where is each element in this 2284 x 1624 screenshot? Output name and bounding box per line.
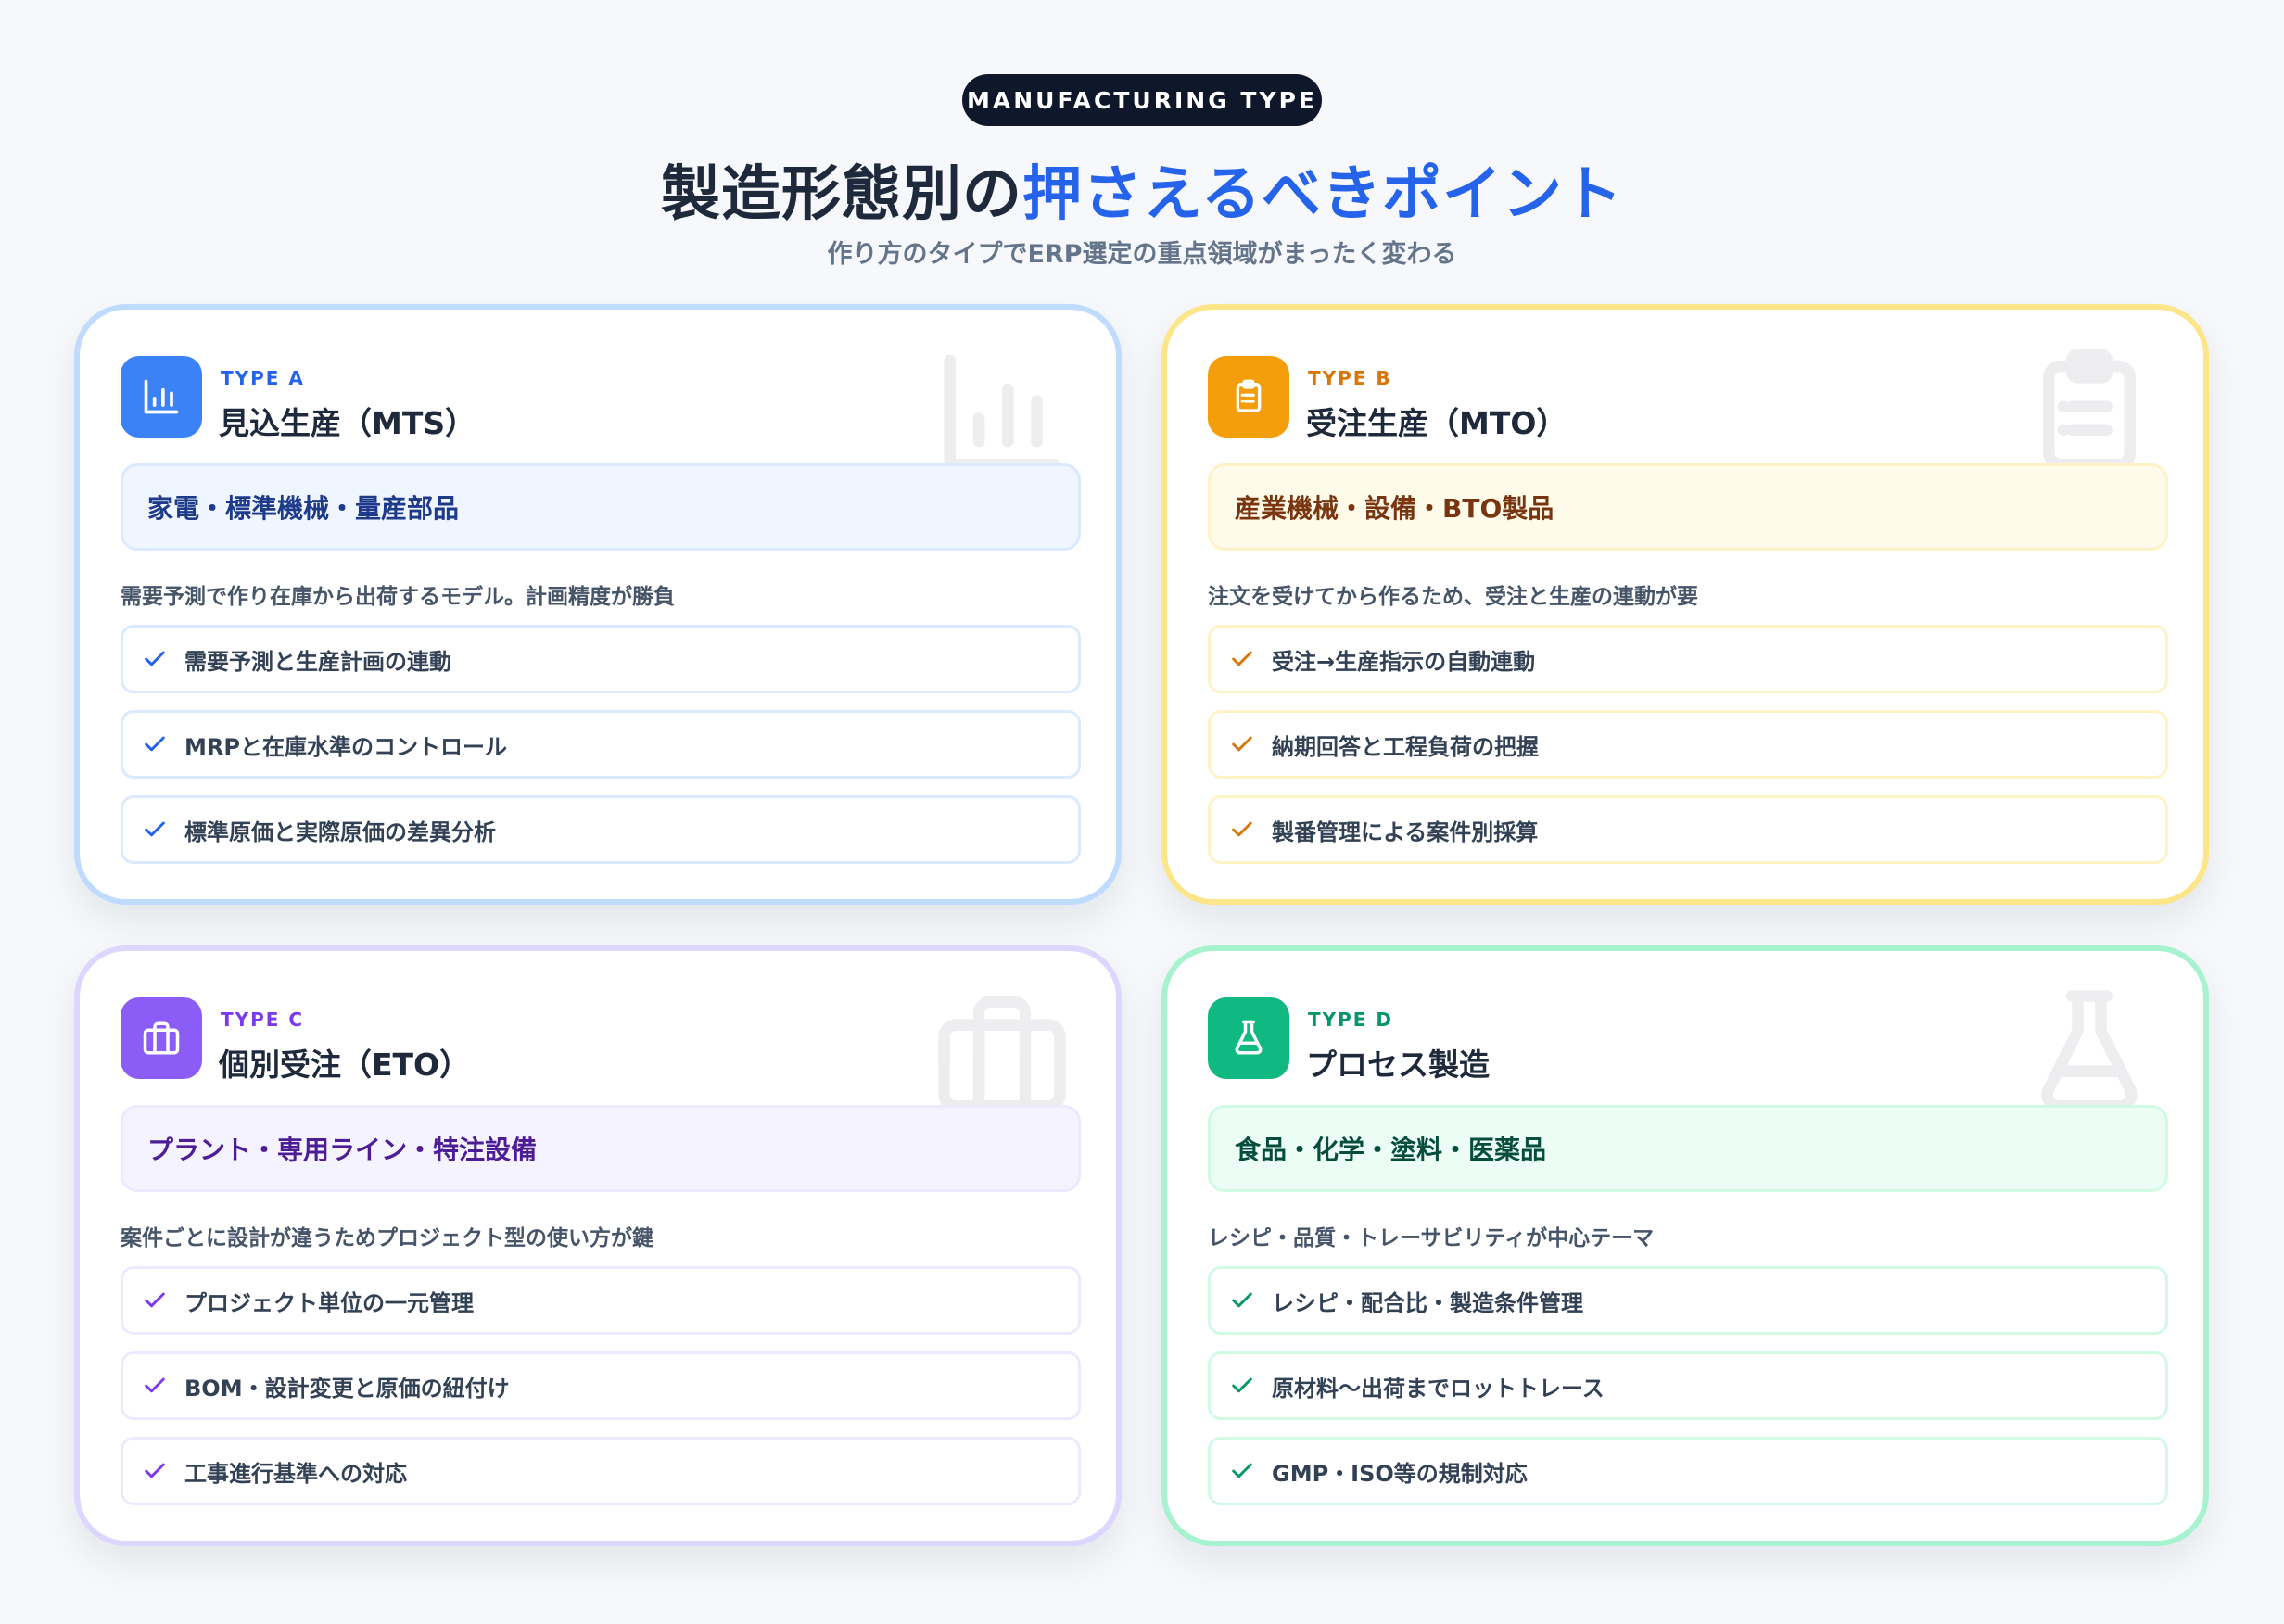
point-item: 需要予測と生産計画の連動 xyxy=(121,625,1081,693)
point-item: BOM・設計変更と原価の紐付け xyxy=(121,1351,1081,1420)
title-accent: 押さえるべきポイント xyxy=(1021,160,1624,229)
point-text: 納期回答と工程負荷の把握 xyxy=(1272,733,1539,760)
flask-bg-icon xyxy=(2041,990,2138,1112)
point-text: 工事進行基準への対応 xyxy=(184,1460,407,1487)
point-item: 製番管理による案件別採算 xyxy=(1208,795,2168,864)
check-icon xyxy=(1232,651,1252,666)
page-subtitle: 作り方のタイプでERP選定の重点領域がまったく変わる xyxy=(827,240,1457,269)
card-type-d: TYPE D プロセス製造 食品・化学・塗料・医薬品 レシピ・品質・トレーサビリ… xyxy=(1161,945,2209,1546)
card-type-b: TYPE B 受注生産（MTO） 産業機械・設備・BTO製品 注文を受けてから作… xyxy=(1161,304,2209,905)
point-text: 需要予測と生産計画の連動 xyxy=(184,648,451,675)
card-description: 案件ごとに設計が違うためプロジェクト型の使い方が鍵 xyxy=(121,1226,653,1250)
point-item: レシピ・配合比・製造条件管理 xyxy=(1208,1266,2168,1335)
check-icon xyxy=(145,821,165,837)
card-description: 注文を受けてから作るため、受注と生産の連動が要 xyxy=(1208,585,1698,609)
page-title: 製造形態別の押さえるべきポイント xyxy=(0,146,2284,232)
type-label: TYPE B xyxy=(1308,367,1392,389)
check-icon xyxy=(1232,1463,1252,1478)
card-type-c: TYPE C 個別受注（ETO） プラント・専用ライン・特注設備 案件ごとに設計… xyxy=(74,945,1122,1546)
check-icon xyxy=(1232,1377,1252,1393)
point-item: 受注→生産指示の自動連動 xyxy=(1208,625,2168,693)
industry-banner: 産業機械・設備・BTO製品 xyxy=(1208,463,2168,551)
industry-banner: 家電・標準機械・量産部品 xyxy=(121,463,1081,551)
type-label: TYPE C xyxy=(221,1009,305,1031)
industry-banner: 食品・化学・塗料・医薬品 xyxy=(1208,1105,2168,1192)
title-main: 製造形態別の xyxy=(660,160,1022,229)
check-icon xyxy=(145,1292,165,1308)
point-text: MRPと在庫水準のコントロール xyxy=(184,733,507,760)
briefcase-bg-icon xyxy=(938,996,1066,1112)
type-label: TYPE A xyxy=(221,367,305,389)
point-item: GMP・ISO等の規制対応 xyxy=(1208,1437,2168,1505)
point-item: 工事進行基準への対応 xyxy=(121,1437,1081,1505)
point-item: プロジェクト単位の一元管理 xyxy=(121,1266,1081,1335)
point-text: BOM・設計変更と原価の紐付け xyxy=(184,1375,510,1402)
card-title: プロセス製造 xyxy=(1306,1047,1490,1083)
check-icon xyxy=(145,651,165,666)
point-text: レシピ・配合比・製造条件管理 xyxy=(1272,1289,1583,1316)
briefcase-icon xyxy=(121,997,202,1079)
point-text: プロジェクト単位の一元管理 xyxy=(184,1289,474,1316)
point-item: 納期回答と工程負荷の把握 xyxy=(1208,710,2168,779)
card-description: 需要予測で作り在庫から出荷するモデル。計画精度が勝負 xyxy=(121,585,675,609)
flask-icon xyxy=(1208,997,1289,1079)
bar-chart-bg-icon xyxy=(944,354,1060,471)
section-pill: MANUFACTURING TYPE xyxy=(962,74,1322,126)
bar-chart-icon xyxy=(121,356,202,438)
check-icon xyxy=(1232,821,1252,837)
card-title: 受注生産（MTO） xyxy=(1306,405,1567,441)
point-text: 標準原価と実際原価の差異分析 xyxy=(184,818,496,845)
card-title: 見込生産（MTS） xyxy=(219,405,476,441)
point-item: 標準原価と実際原価の差異分析 xyxy=(121,795,1081,864)
point-item: MRPと在庫水準のコントロール xyxy=(121,710,1081,779)
check-icon xyxy=(1232,736,1252,752)
point-text: 原材料〜出荷までロットトレース xyxy=(1272,1375,1605,1402)
card-title: 個別受注（ETO） xyxy=(219,1047,471,1083)
type-label: TYPE D xyxy=(1308,1009,1394,1031)
industry-banner: プラント・専用ライン・特注設備 xyxy=(121,1105,1081,1192)
point-text: 受注→生産指示の自動連動 xyxy=(1272,648,1536,675)
clipboard-bg-icon xyxy=(2043,349,2136,471)
point-text: 製番管理による案件別採算 xyxy=(1272,818,1539,845)
check-icon xyxy=(145,1377,165,1393)
check-icon xyxy=(145,736,165,752)
clipboard-icon xyxy=(1208,356,1289,438)
check-icon xyxy=(145,1463,165,1478)
card-type-a: TYPE A 見込生産（MTS） 家電・標準機械・量産部品 需要予測で作り在庫か… xyxy=(74,304,1122,905)
check-icon xyxy=(1232,1292,1252,1308)
point-text: GMP・ISO等の規制対応 xyxy=(1272,1460,1528,1487)
point-item: 原材料〜出荷までロットトレース xyxy=(1208,1351,2168,1420)
card-description: レシピ・品質・トレーサビリティが中心テーマ xyxy=(1208,1226,1655,1250)
